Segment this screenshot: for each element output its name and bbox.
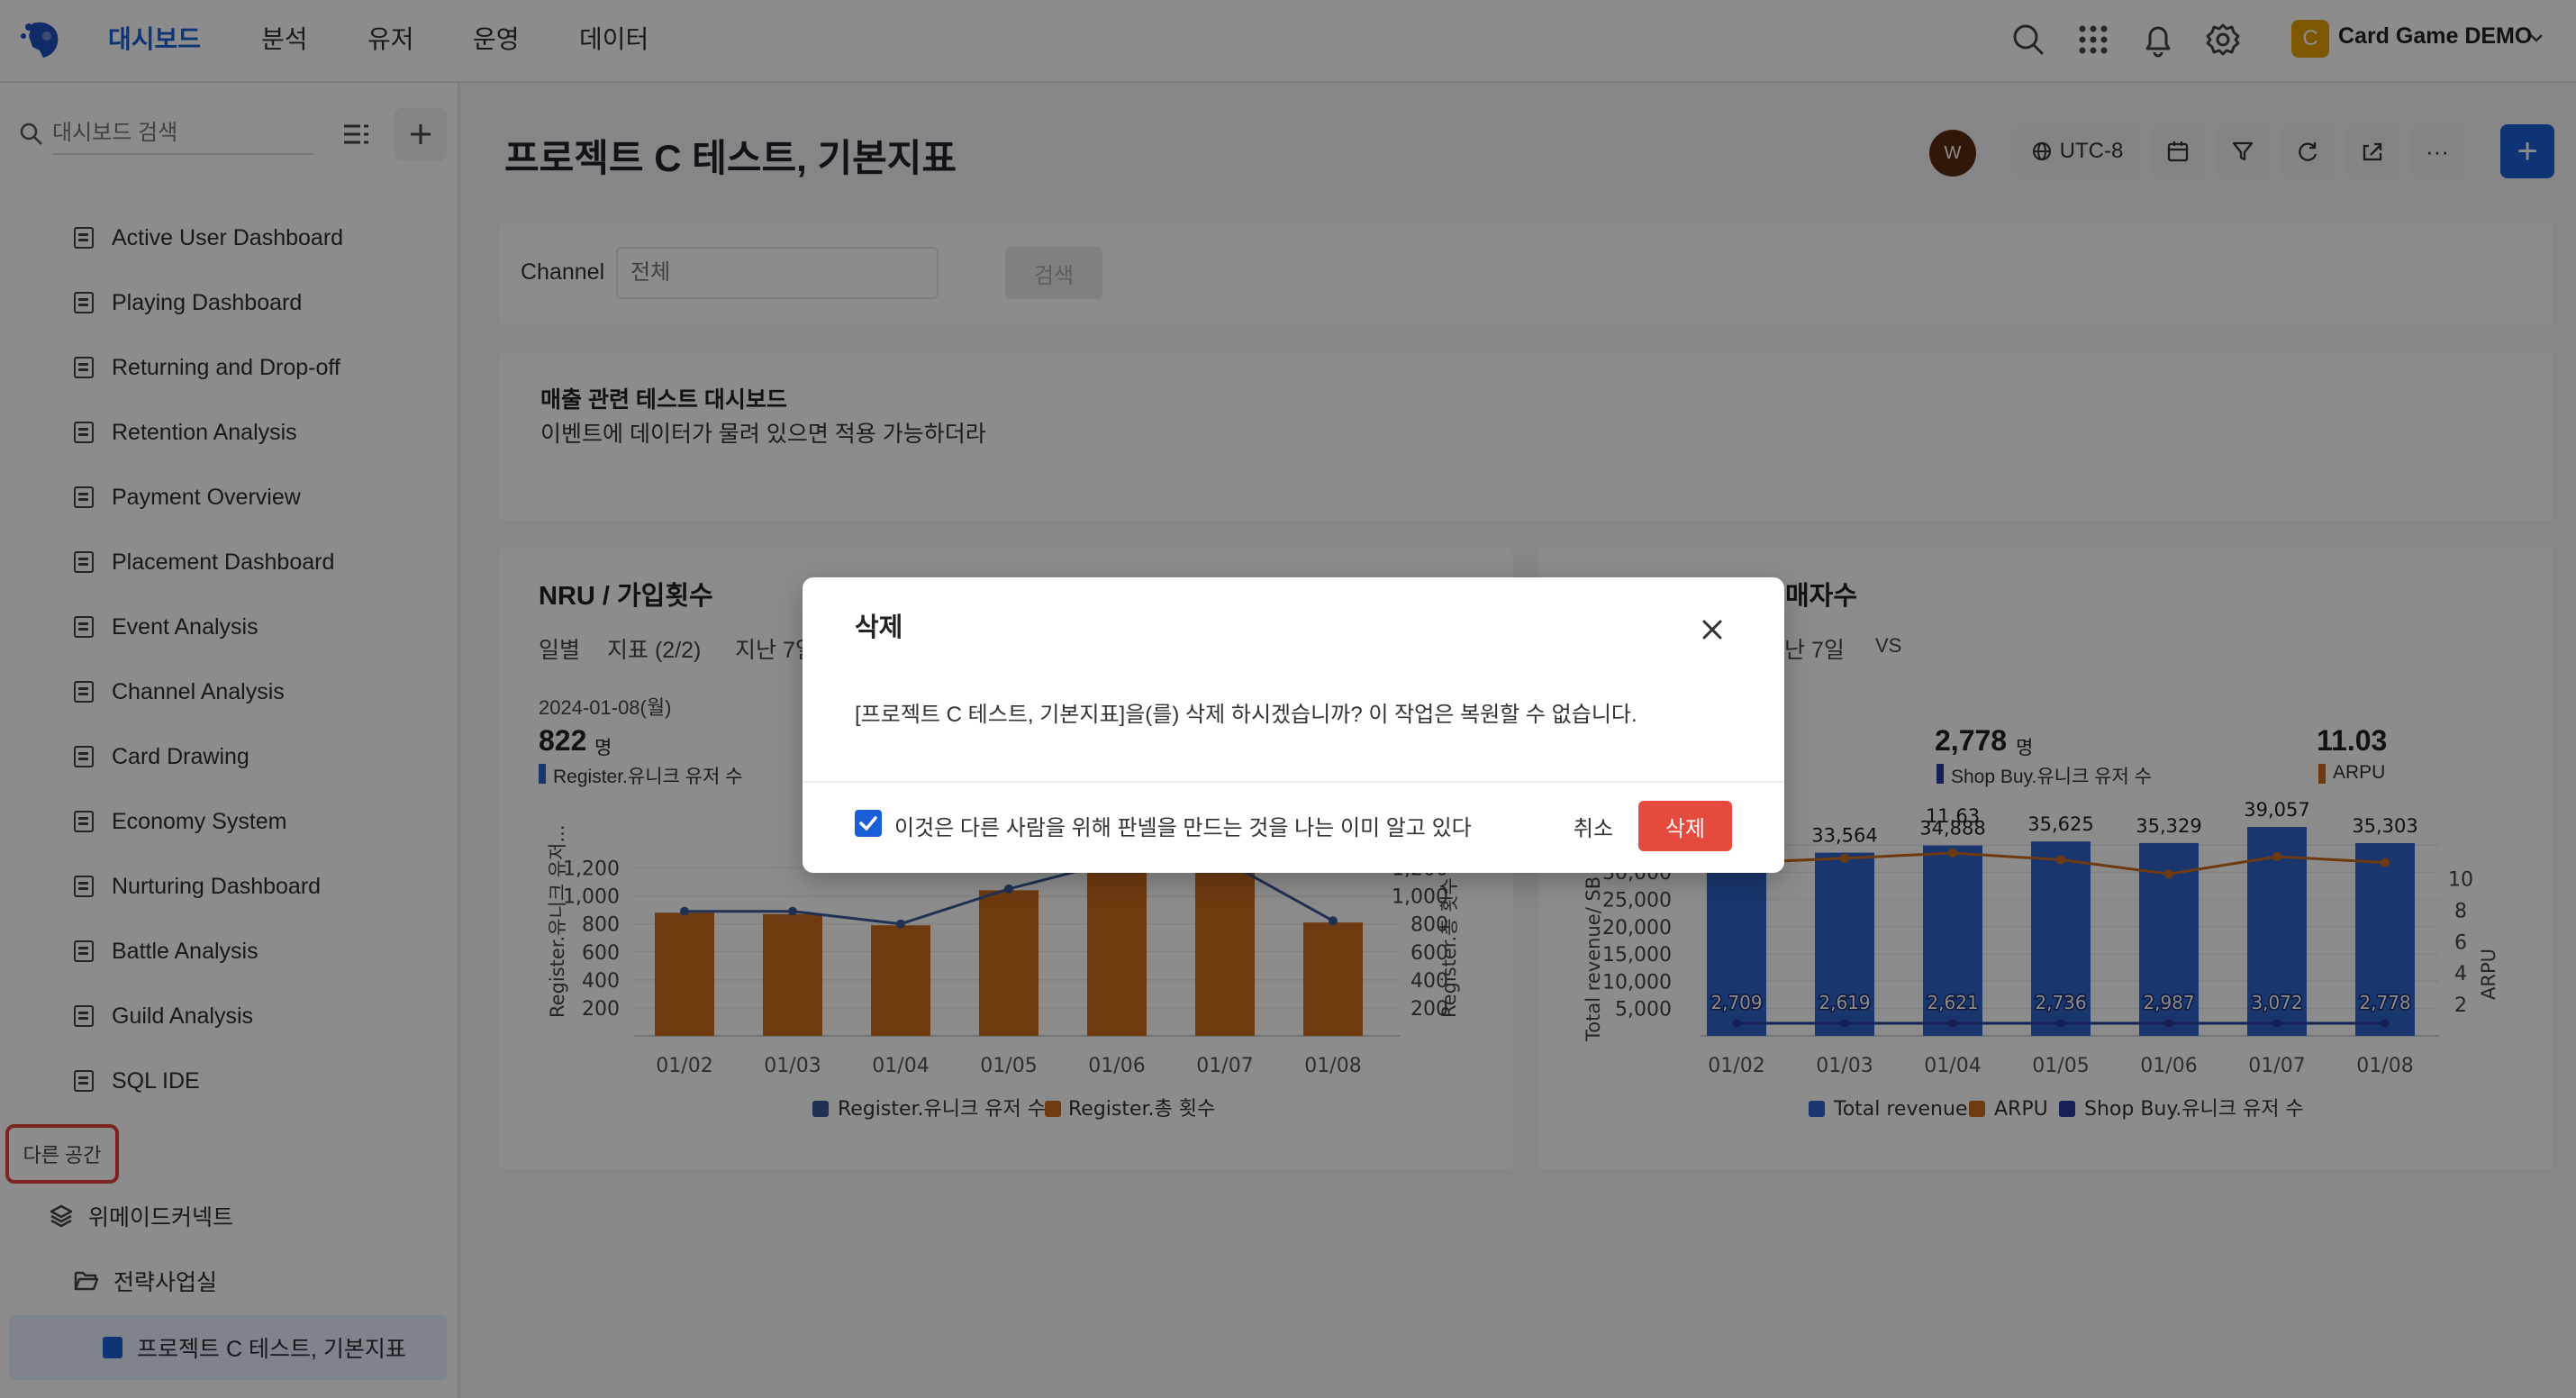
delete-confirm-dialog: 삭제 [프로젝트 C 테스트, 기본지표]을(를) 삭제 하시겠습니까? 이 작…	[803, 577, 1784, 873]
acknowledge-checkbox[interactable]	[855, 810, 882, 837]
checkbox-label[interactable]: 이것은 다른 사람을 위해 판넬을 만드는 것을 나는 이미 알고 있다	[894, 810, 1472, 841]
dialog-title: 삭제	[855, 613, 903, 642]
close-icon[interactable]	[1694, 612, 1730, 648]
confirm-delete-button[interactable]: 삭제	[1638, 801, 1732, 851]
dialog-message: [프로젝트 C 테스트, 기본지표]을(를) 삭제 하시겠습니까? 이 작업은 …	[855, 703, 1637, 727]
cancel-button[interactable]: 취소	[1547, 801, 1640, 851]
checkmark-icon	[859, 816, 877, 831]
dialog-divider	[803, 781, 1784, 783]
